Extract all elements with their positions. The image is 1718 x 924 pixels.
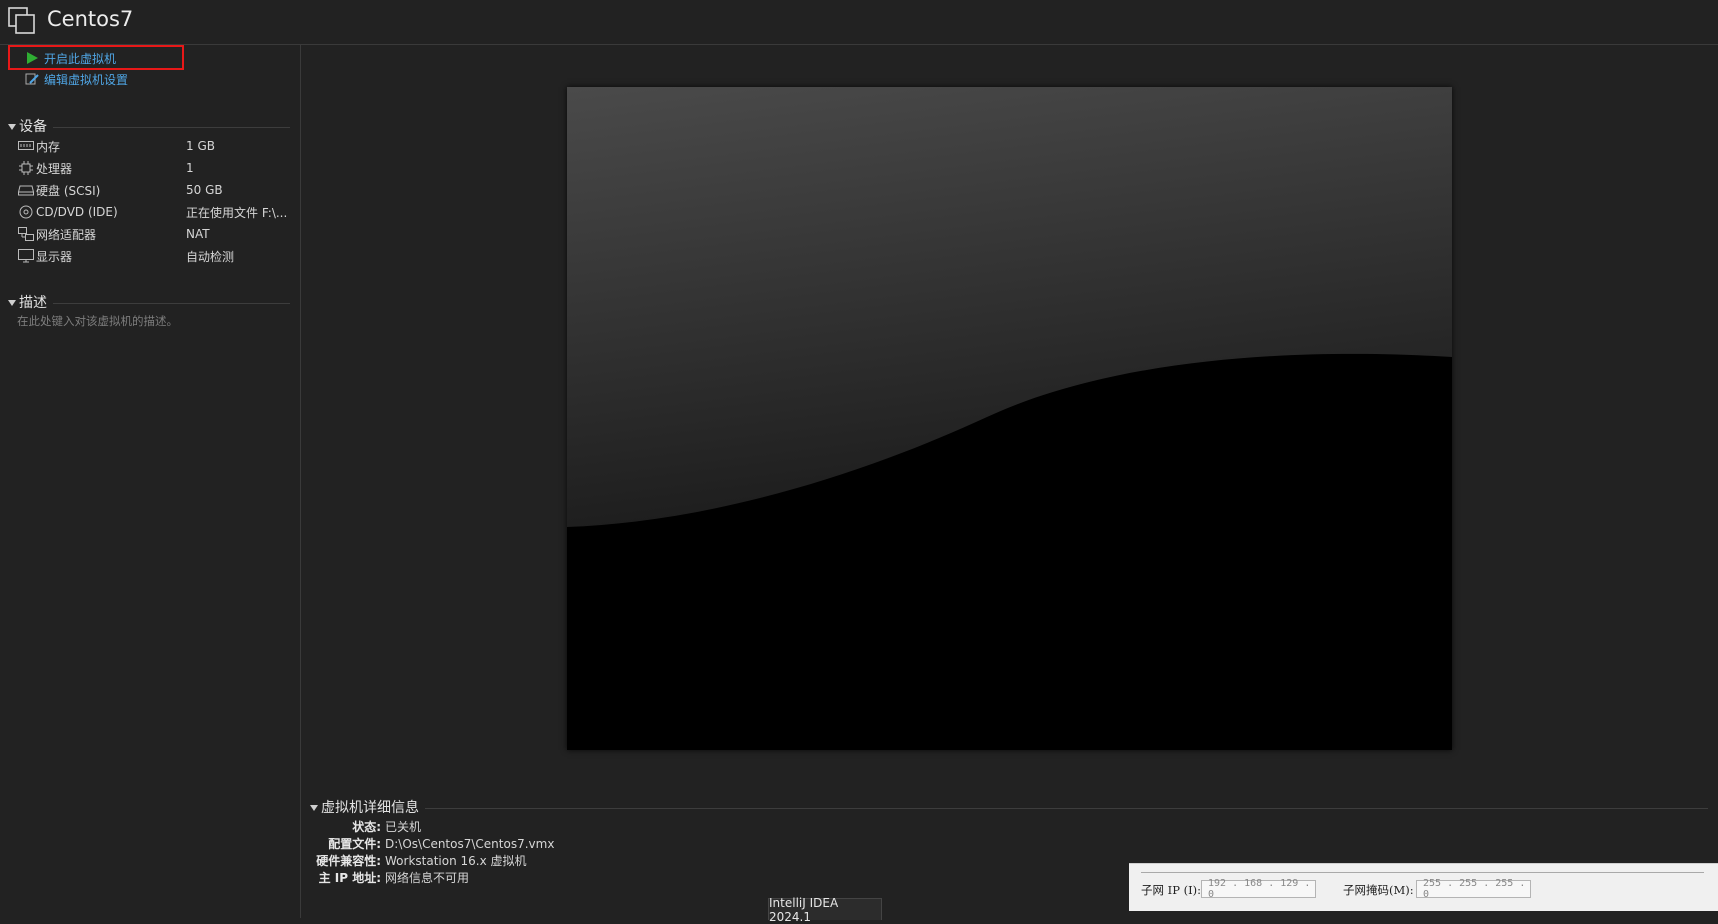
subnet-mask-input[interactable]: 255 . 255 . 255 . 0: [1416, 878, 1531, 900]
device-name: 硬盘 (SCSI): [36, 183, 101, 198]
collapse-triangle-icon: [8, 124, 16, 130]
virtual-machine-icon: [8, 7, 35, 34]
device-name: 网络适配器: [36, 227, 97, 242]
collapse-triangle-icon: [310, 805, 318, 811]
subnet-ip-input[interactable]: 192 . 168 . 129 . 0: [1201, 878, 1316, 900]
title-bar: Centos7: [0, 0, 1718, 45]
edit-settings-icon: [24, 71, 40, 87]
description-field[interactable]: 在此处键入对该虚拟机的描述。: [17, 313, 178, 329]
device-name: 处理器: [36, 161, 73, 176]
detail-value: 已关机: [385, 820, 422, 834]
vm-preview-thumbnail: [567, 87, 1452, 750]
device-name: 显示器: [36, 249, 73, 264]
detail-value: Workstation 16.x 虚拟机: [385, 854, 527, 868]
detail-row-hardware-compat: 硬件兼容性: Workstation 16.x 虚拟机: [300, 852, 527, 869]
hard-disk-icon: [18, 183, 34, 197]
detail-row-config-file: 配置文件: D:\Os\Centos7\Centos7.vmx: [300, 835, 554, 852]
detail-label: 配置文件:: [328, 837, 381, 851]
memory-icon: [18, 139, 34, 153]
cd-dvd-icon: [18, 205, 34, 219]
collapse-triangle-icon: [8, 300, 16, 306]
device-row-network-adapter[interactable]: 网络适配器 NAT: [18, 224, 298, 244]
detail-value: D:\Os\Centos7\Centos7.vmx: [385, 836, 555, 851]
divider: [1141, 872, 1704, 873]
detail-label: 硬件兼容性:: [316, 854, 381, 868]
vm-summary-panel: 开启此虚拟机 编辑虚拟机设置 设备 内存 1 GB 处理器 1 硬盘 (SCSI…: [0, 45, 301, 918]
network-settings-panel: 子网 IP (I): 192 . 168 . 129 . 0 子网掩码(M): …: [1129, 863, 1718, 911]
display-icon: [18, 249, 34, 263]
power-on-vm-button[interactable]: 开启此虚拟机: [24, 48, 116, 68]
subnet-ip-label: 子网 IP (I):: [1141, 883, 1201, 897]
device-row-processor[interactable]: 处理器 1: [18, 158, 298, 178]
device-value: 自动检测: [186, 249, 235, 264]
device-row-hard-disk[interactable]: 硬盘 (SCSI) 50 GB: [18, 180, 298, 200]
device-row-memory[interactable]: 内存 1 GB: [18, 136, 298, 156]
device-value: NAT: [186, 227, 210, 241]
power-on-label: 开启此虚拟机: [44, 51, 117, 66]
device-name: CD/DVD (IDE): [36, 205, 118, 219]
description-section-header[interactable]: 描述: [8, 292, 290, 312]
device-value: 50 GB: [186, 183, 223, 197]
preview-artwork: [567, 87, 1452, 750]
detail-label: 主 IP 地址:: [318, 871, 381, 885]
processor-icon: [18, 161, 34, 175]
detail-row-primary-ip: 主 IP 地址: 网络信息不可用: [300, 869, 469, 886]
vm-title: Centos7: [47, 7, 134, 31]
devices-section-title: 设备: [19, 119, 47, 135]
divider: [53, 127, 290, 128]
description-section-title: 描述: [19, 295, 47, 311]
detail-label: 状态:: [352, 820, 381, 834]
device-name: 内存: [36, 139, 61, 154]
device-row-cd-dvd[interactable]: CD/DVD (IDE) 正在使用文件 F:\...: [18, 202, 298, 222]
edit-vm-settings-button[interactable]: 编辑虚拟机设置: [24, 69, 128, 89]
play-icon: [24, 50, 40, 66]
devices-section-header[interactable]: 设备: [8, 116, 290, 136]
divider: [425, 808, 1708, 809]
divider: [53, 303, 290, 304]
subnet-mask-label: 子网掩码(M):: [1343, 883, 1414, 897]
vm-details-section-header[interactable]: 虚拟机详细信息: [310, 797, 1708, 817]
device-value: 1 GB: [186, 139, 215, 153]
device-row-display[interactable]: 显示器 自动检测: [18, 246, 298, 266]
detail-value: 网络信息不可用: [385, 871, 470, 885]
device-value: 正在使用文件 F:\...: [186, 205, 288, 220]
vm-details-section-title: 虚拟机详细信息: [321, 800, 419, 816]
taskbar-tooltip: IntelliJ IDEA 2024.1: [768, 896, 882, 924]
device-value: 1: [186, 161, 194, 175]
detail-row-status: 状态: 已关机: [300, 818, 421, 835]
edit-settings-label: 编辑虚拟机设置: [44, 72, 129, 87]
network-adapter-icon: [18, 227, 34, 241]
